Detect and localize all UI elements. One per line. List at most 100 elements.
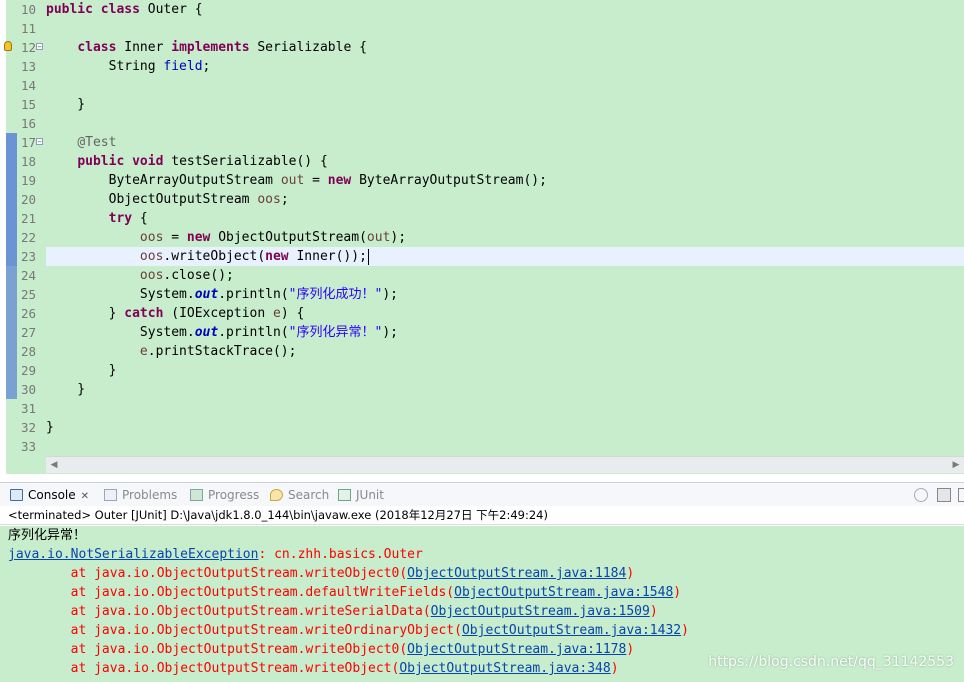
stack-frame-suffix: ) bbox=[626, 642, 635, 657]
line-number: 33 bbox=[20, 439, 36, 454]
code-token: = bbox=[163, 230, 187, 245]
quick-fix-lightbulb-icon[interactable] bbox=[4, 41, 12, 51]
code-token: } bbox=[46, 420, 54, 435]
line-number: 21 bbox=[20, 211, 36, 226]
line-number: 29 bbox=[20, 363, 36, 378]
code-line[interactable]: 23 oos.writeObject(new Inner()); bbox=[0, 247, 964, 266]
code-text: public void testSerializable() { bbox=[46, 152, 327, 171]
maximize-icon[interactable] bbox=[958, 488, 964, 502]
code-text: } catch (IOException e) { bbox=[46, 304, 305, 323]
code-token: ; bbox=[202, 59, 211, 74]
code-line[interactable]: 21 try { bbox=[0, 209, 964, 228]
code-text: } bbox=[46, 380, 85, 399]
code-token: out bbox=[194, 325, 219, 340]
code-token: System. bbox=[46, 287, 195, 302]
code-line[interactable]: 31 bbox=[0, 399, 964, 418]
tab-progress-label: Progress bbox=[208, 488, 260, 502]
fold-toggle-icon[interactable]: − bbox=[36, 138, 43, 146]
stack-frame-source-link[interactable]: ObjectOutputStream.java:1432 bbox=[462, 623, 681, 638]
scroll-left-arrow-icon[interactable]: ◀ bbox=[46, 457, 62, 473]
code-line[interactable]: 10 public class Outer { bbox=[0, 0, 964, 19]
tab-console-label: Console bbox=[28, 488, 76, 502]
code-token: .writeObject( bbox=[163, 249, 266, 264]
line-number: 28 bbox=[20, 344, 36, 359]
line-number: 26 bbox=[20, 306, 36, 321]
code-line[interactable]: 30 } bbox=[0, 380, 964, 399]
code-text: oos = new ObjectOutputStream(out); bbox=[46, 228, 406, 247]
scroll-right-arrow-icon[interactable]: ▶ bbox=[948, 457, 964, 473]
code-line[interactable]: 14 bbox=[0, 76, 964, 95]
stack-frame-line: at java.io.ObjectOutputStream.writeOrdin… bbox=[8, 621, 689, 640]
code-line[interactable]: 27 System.out.println("序列化异常！"); bbox=[0, 323, 964, 342]
tab-console[interactable]: Console ✕ bbox=[10, 483, 89, 507]
stack-frame-source-link[interactable]: ObjectOutputStream.java:1184 bbox=[407, 566, 626, 581]
code-editor[interactable]: 10 public class Outer { 11 12− class Inner … bbox=[0, 0, 964, 474]
code-line[interactable]: 15 } bbox=[0, 95, 964, 114]
code-token: oos bbox=[139, 230, 164, 245]
code-line[interactable]: 29 } bbox=[0, 361, 964, 380]
tab-search[interactable]: Search bbox=[270, 483, 329, 507]
code-token: out bbox=[280, 173, 305, 188]
line-number: 10 bbox=[20, 2, 36, 17]
stack-frame-text: at java.io.ObjectOutputStream.writeObjec… bbox=[8, 642, 408, 657]
stack-frame-source-link[interactable]: ObjectOutputStream.java:1178 bbox=[407, 642, 626, 657]
line-number: 25 bbox=[20, 287, 36, 302]
line-number: 14 bbox=[20, 78, 36, 93]
code-token: ObjectOutputStream( bbox=[210, 230, 367, 245]
code-token: .println( bbox=[218, 287, 289, 302]
code-line[interactable]: 13 String field; bbox=[0, 57, 964, 76]
line-number: 18 bbox=[20, 154, 36, 169]
code-line[interactable]: 24 oos.close(); bbox=[0, 266, 964, 285]
code-token: public bbox=[77, 154, 125, 169]
problems-icon bbox=[104, 489, 117, 501]
editor-horizontal-scrollbar[interactable]: ◀ ▶ bbox=[46, 456, 964, 473]
code-token: implements bbox=[171, 40, 250, 55]
code-line[interactable]: 22 oos = new ObjectOutputStream(out); bbox=[0, 228, 964, 247]
code-line[interactable]: 11 bbox=[0, 19, 964, 38]
tab-junit[interactable]: JUnit bbox=[338, 483, 384, 507]
code-token: ; bbox=[280, 192, 289, 207]
tab-problems[interactable]: Problems bbox=[104, 483, 177, 507]
tab-junit-label: JUnit bbox=[356, 488, 384, 502]
bottom-view-tabbar: Console ✕ Problems Progress Search JUnit bbox=[0, 482, 964, 507]
code-token: .printStackTrace(); bbox=[147, 344, 297, 359]
exception-line: java.io.NotSerializableException: cn.zhh… bbox=[8, 545, 423, 564]
code-line[interactable]: 25 System.out.println("序列化成功！"); bbox=[0, 285, 964, 304]
code-line[interactable]: 18 public void testSerializable() { bbox=[0, 152, 964, 171]
exception-class-link[interactable]: java.io.NotSerializableException bbox=[8, 547, 258, 562]
stack-frame-source-link[interactable]: ObjectOutputStream.java:1548 bbox=[454, 585, 673, 600]
code-text: public class Outer { bbox=[46, 0, 203, 19]
progress-icon bbox=[190, 489, 203, 501]
code-line[interactable]: 16 bbox=[0, 114, 964, 133]
code-token: ); bbox=[382, 325, 398, 340]
code-text: } bbox=[46, 95, 85, 114]
code-line[interactable]: 32} bbox=[0, 418, 964, 437]
junit-icon bbox=[338, 489, 351, 501]
code-line[interactable]: 19 ByteArrayOutputStream out = new ByteA… bbox=[0, 171, 964, 190]
code-line[interactable]: 28 e.printStackTrace(); bbox=[0, 342, 964, 361]
code-line[interactable]: 12− class Inner implements Serializable … bbox=[0, 38, 964, 57]
exception-message: : cn.zhh.basics.Outer bbox=[258, 547, 423, 562]
code-token: public bbox=[46, 2, 93, 17]
code-token: "序列化异常！" bbox=[288, 325, 383, 340]
sync-icon[interactable] bbox=[914, 488, 928, 502]
minimize-icon[interactable] bbox=[937, 488, 951, 502]
code-line[interactable]: 33 bbox=[0, 437, 964, 456]
code-token: field bbox=[163, 59, 203, 74]
line-number: 12 bbox=[20, 40, 36, 55]
stack-frame-source-link[interactable]: ObjectOutputStream.java:348 bbox=[399, 661, 610, 676]
tab-progress[interactable]: Progress bbox=[190, 483, 259, 507]
line-number: 11 bbox=[20, 21, 36, 36]
stack-frame-suffix: ) bbox=[610, 661, 619, 676]
code-token: Outer { bbox=[139, 2, 203, 17]
stack-frame-source-link[interactable]: ObjectOutputStream.java:1509 bbox=[431, 604, 650, 619]
fold-toggle-icon[interactable]: − bbox=[36, 43, 43, 51]
code-line[interactable]: 17− @Test bbox=[0, 133, 964, 152]
code-line[interactable]: 20 ObjectOutputStream oos; bbox=[0, 190, 964, 209]
code-text: } bbox=[46, 418, 54, 437]
code-line[interactable]: 26 } catch (IOException e) { bbox=[0, 304, 964, 323]
